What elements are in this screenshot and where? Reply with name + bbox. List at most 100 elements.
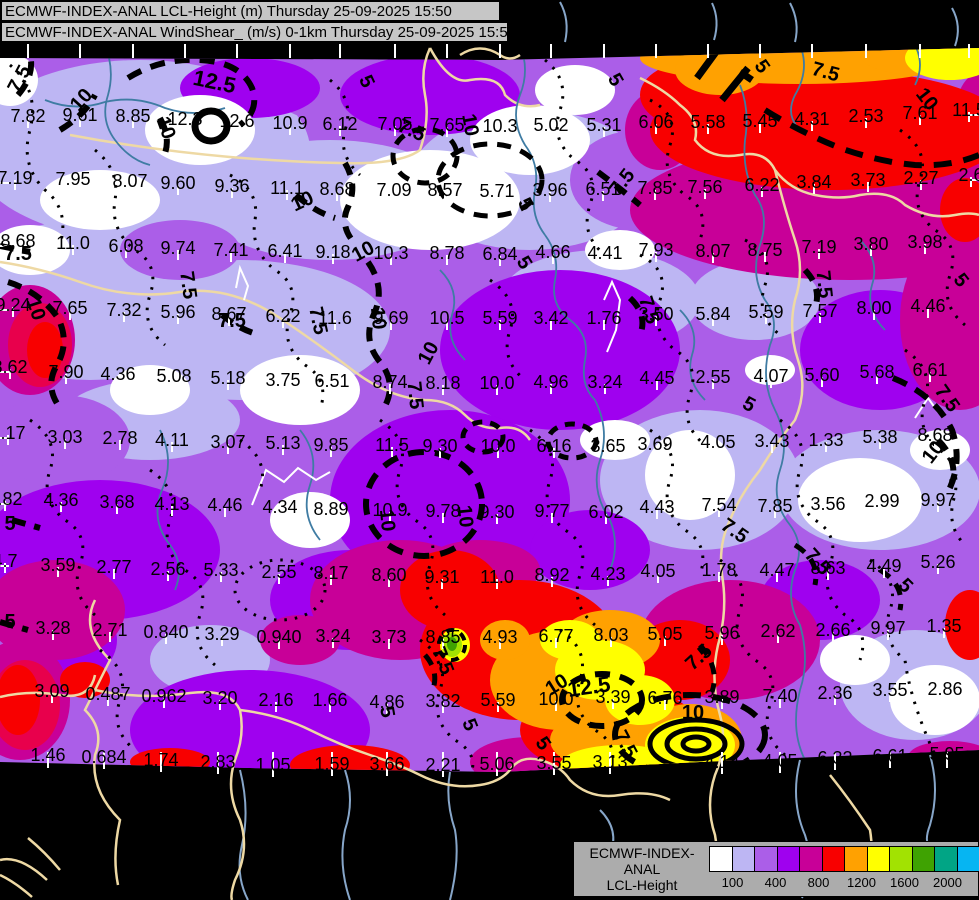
station-value: 2.36 (817, 683, 852, 703)
legend-swatch (844, 846, 868, 872)
station-value: 10.0 (480, 436, 515, 456)
station-value: 10.9 (272, 113, 307, 133)
station-value: 7.85 (637, 178, 672, 198)
station-value: 4.66 (535, 242, 570, 262)
station-value: 1.59 (314, 754, 349, 774)
station-value: 7.09 (376, 180, 411, 200)
station-value: 4.46 (910, 296, 945, 316)
station-value: 2.71 (92, 620, 127, 640)
station-value: 11.5 (952, 100, 979, 120)
station-value: 5.96 (160, 302, 195, 322)
station-value: 11.0 (480, 567, 514, 587)
station-value: 7.85 (757, 496, 792, 516)
station-value: 6.41 (267, 241, 302, 261)
station-value: 4.13 (154, 494, 189, 514)
station-value: 3.20 (202, 688, 237, 708)
windshear-contour-label: 10 (682, 702, 704, 724)
station-value: 10.3 (373, 243, 408, 263)
station-value: 3.80 (853, 234, 888, 254)
legend-titles: ECMWF-INDEX-ANAL LCL-Height m (576, 845, 708, 900)
station-value: 6.22 (744, 175, 779, 195)
station-value: 8.85 (115, 106, 150, 126)
station-value: 6.32 (817, 748, 852, 768)
windshear-contour-label: 7.5 (218, 310, 246, 332)
windshear-contour-label: 7.5 (403, 380, 428, 410)
station-value: 3.24 (587, 372, 622, 392)
station-value: 6.84 (482, 244, 517, 264)
legend-swatch (709, 846, 733, 872)
station-value: 4.31 (794, 109, 829, 129)
legend-swatch (911, 846, 935, 872)
station-value: 8.92 (534, 565, 569, 585)
station-value: 4.36 (100, 364, 135, 384)
station-value: 5.06 (479, 754, 514, 774)
station-value: 5.60 (804, 365, 839, 385)
windshear-contour-label: 10 (366, 306, 390, 330)
station-value: 8.00 (856, 298, 891, 318)
station-value: 3.03 (47, 427, 82, 447)
station-value: 3.56 (810, 494, 845, 514)
windshear-contour-label: 10 (453, 504, 477, 528)
station-value: 0.962 (141, 686, 186, 706)
station-value: 6.06 (638, 112, 673, 132)
station-value: 7.54 (701, 495, 736, 515)
station-value: 2.83 (200, 752, 235, 772)
station-value: 5.84 (695, 304, 730, 324)
station-value: 7.57 (802, 301, 837, 321)
station-value: 3.89 (704, 687, 739, 707)
station-value: 3.96 (532, 180, 567, 200)
station-value: 3.29 (204, 624, 239, 644)
station-value: 10.5 (429, 308, 464, 328)
station-value: 8.18 (425, 373, 460, 393)
station-value: 1.05 (255, 755, 290, 775)
station-value: 6.76 (647, 688, 682, 708)
station-value: 5.95 (929, 744, 964, 764)
station-value: 4.49 (866, 556, 901, 576)
station-value: 8.60 (371, 565, 406, 585)
station-value: 7.95 (55, 169, 90, 189)
legend-parameter-name: LCL-Height (606, 877, 678, 893)
station-value: 9.97 (870, 618, 905, 638)
station-value: 5.45 (742, 111, 777, 131)
legend-swatch (956, 846, 979, 872)
station-value: 9.31 (424, 567, 459, 587)
station-value: 3.84 (796, 172, 831, 192)
legend-tick-label: 1200 (847, 875, 876, 890)
station-value: 4.45 (639, 368, 674, 388)
station-value: 2.77 (96, 557, 131, 577)
station-value: 3.68 (99, 492, 134, 512)
windshear-contour-label: 7.5 (175, 270, 201, 301)
title-bar-windshear: ECMWF-INDEX-ANAL WindShear_ (m/s) 0-1km … (0, 21, 516, 43)
station-value: 1.46 (30, 745, 65, 765)
windshear-contour-label: 5 (4, 611, 15, 633)
station-value: 2.21 (425, 755, 460, 775)
station-value: 7.56 (687, 177, 722, 197)
station-value: 0.840 (143, 622, 188, 642)
station-value: 9.36 (214, 176, 249, 196)
station-value: 0.940 (256, 627, 301, 647)
station-value: 6.08 (108, 236, 143, 256)
station-value: 6.61 (872, 746, 907, 766)
station-value: 2.55 (261, 562, 296, 582)
legend-swatch (866, 846, 890, 872)
station-value: 6.02 (588, 502, 623, 522)
station-value: 4.82 (0, 489, 23, 509)
windshear-contour-label: 7.5 (4, 243, 32, 265)
station-value: 2.62 (760, 621, 795, 641)
station-value: 4.05 (700, 432, 735, 452)
station-value: 4.11 (155, 430, 189, 450)
station-value: 6.22 (265, 306, 300, 326)
station-value: 2.55 (695, 367, 730, 387)
station-value: 2.53 (848, 106, 883, 126)
station-value: 5.18 (210, 368, 245, 388)
station-value: 3.09 (34, 681, 69, 701)
station-value: 9.74 (160, 238, 195, 258)
station-value: 4.96 (533, 372, 568, 392)
legend-swatch (889, 846, 913, 872)
station-value: 7.65 (52, 298, 87, 318)
weather-map-viewport: 7.82 9.61 8.85 12.3 12.6 10.9 6.12 7.05 7.65 10.3… (0, 0, 979, 900)
station-value: 8.74 (372, 372, 407, 392)
station-value: 7.82 (10, 106, 45, 126)
station-value: 2.6 (958, 165, 979, 185)
station-value: 5.02 (533, 115, 568, 135)
